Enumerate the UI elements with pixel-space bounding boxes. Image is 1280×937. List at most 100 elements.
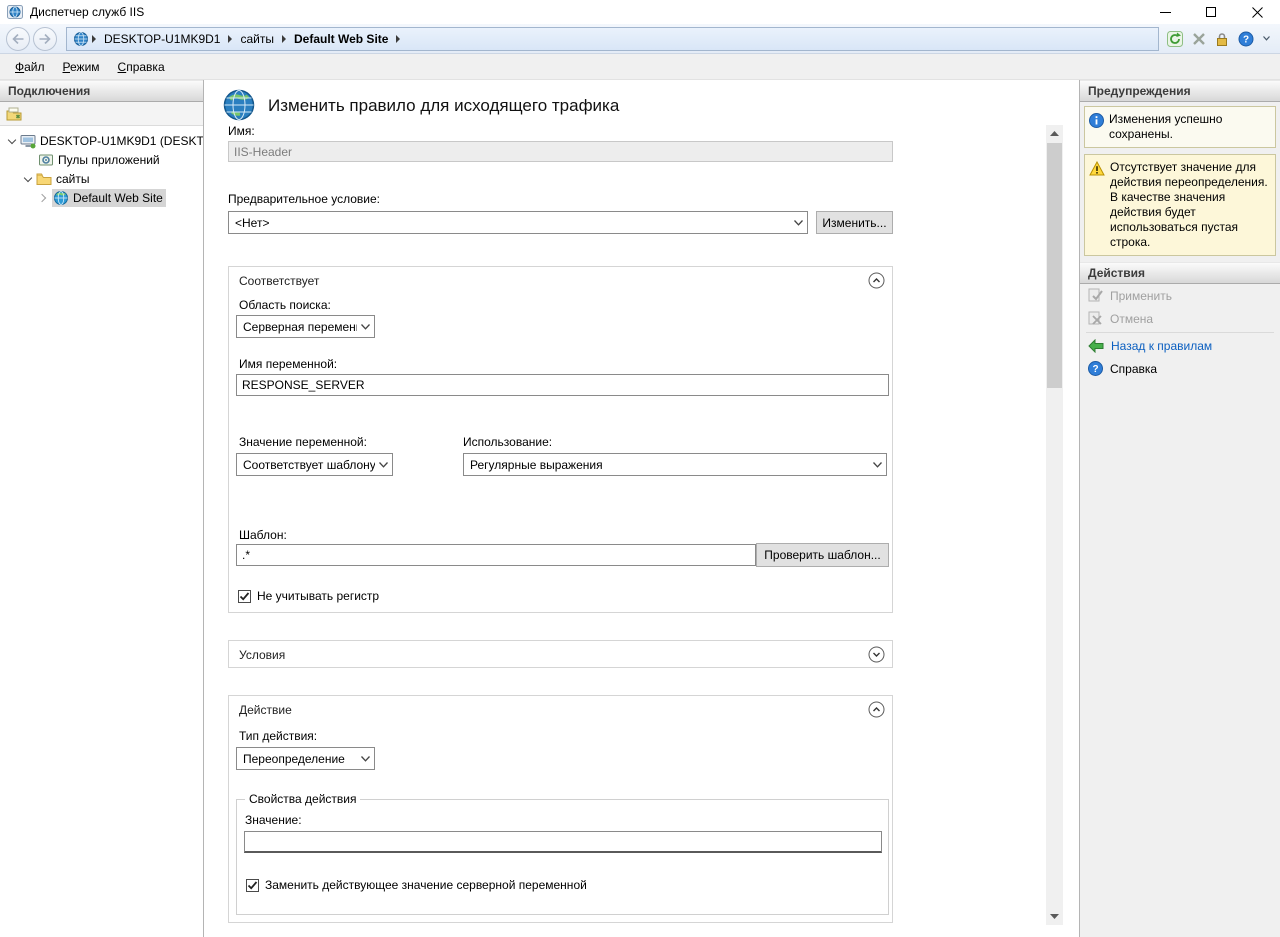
chevron-expanded-icon[interactable] xyxy=(22,173,34,185)
chevron-down-icon[interactable] xyxy=(1263,36,1270,41)
variable-name-input[interactable] xyxy=(236,374,889,396)
variable-value-select[interactable]: Соответствует шаблону xyxy=(236,453,393,476)
collapse-section-button[interactable] xyxy=(868,272,885,289)
action-type-label: Тип действия: xyxy=(239,729,317,743)
collapse-section-button[interactable] xyxy=(868,701,885,718)
warning-alert-text: Отсутствует значение для действия переоп… xyxy=(1110,160,1271,250)
vertical-scrollbar[interactable] xyxy=(1046,125,1063,925)
conditions-section[interactable]: Условия xyxy=(228,640,893,668)
value-label: Значение: xyxy=(245,813,302,827)
action-type-value: Переопределение xyxy=(243,752,357,766)
precondition-value: <Нет> xyxy=(235,216,790,230)
pattern-label: Шаблон: xyxy=(239,528,287,542)
variable-name-label: Имя переменной: xyxy=(239,357,337,371)
forward-button xyxy=(33,27,57,51)
close-button[interactable] xyxy=(1234,0,1280,24)
action-properties-group: Свойства действия Значение: Заменить дей… xyxy=(236,799,889,915)
conditions-section-title: Условия xyxy=(239,648,285,662)
breadcrumb[interactable]: DESKTOP-U1MK9D1 сайты Default Web Site xyxy=(66,27,1159,51)
replace-value-checkbox[interactable]: Заменить действующее значение серверной … xyxy=(246,878,587,892)
precondition-select[interactable]: <Нет> xyxy=(228,211,808,234)
warning-alert: Отсутствует значение для действия переоп… xyxy=(1084,154,1276,256)
back-to-rules-action[interactable]: Назад к правилам xyxy=(1080,335,1280,357)
selected-tree-item[interactable]: Default Web Site xyxy=(52,189,166,207)
chevron-down-icon xyxy=(869,462,886,468)
connections-toolbar xyxy=(0,102,203,126)
scroll-up-icon[interactable] xyxy=(1046,125,1063,142)
page-title: Изменить правило для исходящего трафика xyxy=(268,96,619,116)
titlebar: Диспетчер служб IIS xyxy=(0,0,1280,24)
warnings-header-label: Предупреждения xyxy=(1088,84,1191,98)
expand-section-button[interactable] xyxy=(868,646,885,663)
refresh-icon[interactable] xyxy=(1167,31,1183,47)
svg-text:?: ? xyxy=(1092,364,1098,375)
apply-action: Применить xyxy=(1080,284,1280,307)
edit-precondition-button[interactable]: Изменить... xyxy=(816,211,893,234)
breadcrumb-item-sites[interactable]: сайты xyxy=(235,32,279,46)
chevron-down-icon xyxy=(357,324,374,330)
tree-item-label: Пулы приложений xyxy=(58,153,160,167)
replace-value-label: Заменить действующее значение серверной … xyxy=(265,878,587,892)
iis-manager-window: Диспетчер служб IIS DESKTOP-U1MK9D1 сайт… xyxy=(0,0,1280,937)
tree-item-sites[interactable]: сайты xyxy=(0,169,203,188)
create-connection-icon[interactable] xyxy=(6,106,22,122)
back-button xyxy=(6,27,30,51)
tree-item-default-web-site[interactable]: Default Web Site xyxy=(0,188,203,207)
breadcrumb-arrow-icon[interactable] xyxy=(92,35,96,43)
info-alert: Изменения успешно сохранены. xyxy=(1084,106,1276,148)
tree-item-label: сайты xyxy=(56,172,90,186)
checkbox-checked-icon xyxy=(246,879,259,892)
cancel-icon xyxy=(1088,311,1103,326)
pattern-input[interactable] xyxy=(236,544,756,566)
breadcrumb-item-server[interactable]: DESKTOP-U1MK9D1 xyxy=(99,32,225,46)
scope-select[interactable]: Серверная переменн xyxy=(236,315,375,338)
chevron-down-icon xyxy=(357,756,374,762)
scope-value: Серверная переменн xyxy=(243,320,357,334)
ignore-case-checkbox[interactable]: Не учитывать регистр xyxy=(238,589,379,603)
help-icon[interactable]: ? xyxy=(1238,31,1254,47)
value-input[interactable] xyxy=(244,831,882,853)
menu-view[interactable]: Режим xyxy=(54,56,109,78)
menubar: Файл Режим Справка xyxy=(0,54,1280,80)
scroll-down-icon[interactable] xyxy=(1046,908,1063,925)
tree-item-label: Default Web Site xyxy=(73,191,163,205)
menu-help[interactable]: Справка xyxy=(109,56,174,78)
page-globe-icon xyxy=(222,88,256,122)
server-icon xyxy=(20,133,36,149)
ignore-case-label: Не учитывать регистр xyxy=(257,589,379,603)
scrollbar-thumb[interactable] xyxy=(1047,143,1062,388)
breadcrumb-arrow-icon[interactable] xyxy=(396,35,400,43)
chevron-expanded-icon[interactable] xyxy=(6,135,18,147)
help-action[interactable]: ? Справка xyxy=(1080,357,1280,380)
lock-icon[interactable] xyxy=(1215,31,1229,47)
connections-header: Подключения xyxy=(0,80,203,102)
match-section: Соответствует Область поиска: Серверная … xyxy=(228,266,893,613)
chevron-collapsed-icon[interactable] xyxy=(38,192,50,204)
name-input xyxy=(228,141,893,162)
help-icon: ? xyxy=(1088,361,1103,376)
action-type-select[interactable]: Переопределение xyxy=(236,747,375,770)
tree-item-app-pools[interactable]: Пулы приложений xyxy=(0,150,203,169)
stop-icon[interactable] xyxy=(1192,32,1206,46)
breadcrumb-arrow-icon[interactable] xyxy=(228,35,232,43)
warnings-header: Предупреждения xyxy=(1080,80,1280,102)
help-label: Справка xyxy=(1110,362,1157,376)
test-pattern-button[interactable]: Проверить шаблон... xyxy=(756,543,889,567)
minimize-button[interactable] xyxy=(1142,0,1188,24)
cancel-label: Отмена xyxy=(1110,312,1153,326)
breadcrumb-arrow-icon[interactable] xyxy=(282,35,286,43)
menu-file[interactable]: Файл xyxy=(6,56,54,78)
action-section-title: Действие xyxy=(239,703,292,717)
breadcrumb-item-default-web-site[interactable]: Default Web Site xyxy=(289,32,393,46)
info-icon xyxy=(1089,113,1104,142)
checkbox-checked-icon xyxy=(238,590,251,603)
connections-header-label: Подключения xyxy=(8,84,90,98)
apply-label: Применить xyxy=(1110,289,1172,303)
test-pattern-button-label: Проверить шаблон... xyxy=(764,548,880,562)
back-arrow-icon xyxy=(1088,339,1104,353)
usage-select[interactable]: Регулярные выражения xyxy=(463,453,887,476)
name-label: Имя: xyxy=(228,124,255,138)
match-section-title: Соответствует xyxy=(239,274,319,288)
tree-item-server[interactable]: DESKTOP-U1MK9D1 (DESKTOP- xyxy=(0,131,203,150)
maximize-button[interactable] xyxy=(1188,0,1234,24)
